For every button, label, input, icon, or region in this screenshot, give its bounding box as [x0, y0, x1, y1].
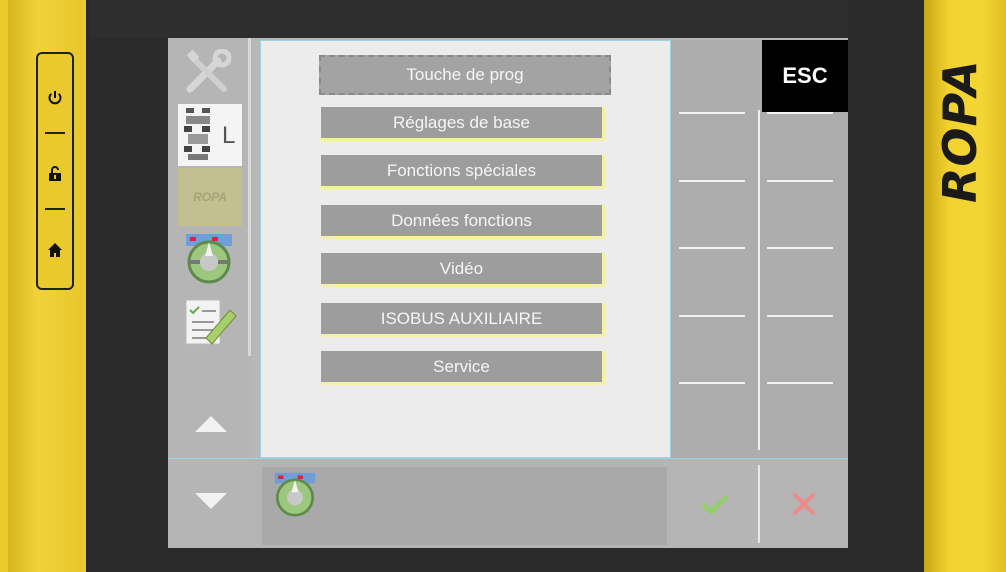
softkey-panel: ESC: [671, 40, 848, 458]
softkey-slot-3-right[interactable]: [767, 247, 833, 249]
display-bezel-left: [90, 0, 168, 572]
cancel-button[interactable]: [760, 459, 848, 548]
softkey-divider: [758, 110, 760, 450]
close-icon: [792, 492, 816, 516]
steering-wheel-icon: [274, 472, 316, 517]
softkey-slot-1-right[interactable]: [767, 112, 833, 114]
machine-layout-icon: [184, 108, 210, 160]
power-icon: [48, 91, 62, 105]
home-icon: [48, 243, 62, 257]
arrow-up-icon: [195, 416, 227, 432]
sidebar-item-machine-layout[interactable]: L: [178, 104, 242, 166]
confirm-button[interactable]: [671, 459, 759, 548]
check-icon: [701, 494, 729, 515]
home-button[interactable]: [38, 212, 72, 288]
display-bezel-top: [90, 0, 924, 38]
sidebar-item-ropa[interactable]: ROPA: [178, 168, 242, 226]
softkey-slot-3-left[interactable]: [679, 247, 745, 249]
softkey-slot-5-right[interactable]: [767, 382, 833, 384]
softkey-slot-1-left[interactable]: [679, 112, 745, 114]
softkey-slot-2-left[interactable]: [679, 180, 745, 182]
bottom-bar: [168, 458, 848, 548]
steering-wheel-icon: [186, 234, 232, 284]
tools-icon: [186, 49, 232, 93]
hardware-button-panel: [36, 52, 74, 290]
lock-button[interactable]: [38, 136, 72, 212]
checklist-edit-icon: [185, 299, 237, 345]
menu-panel: Touche de prog Réglages de base Fonction…: [260, 40, 671, 458]
sidebar-scrollbar[interactable]: [248, 38, 251, 356]
sidebar-item-tools[interactable]: [180, 44, 240, 100]
button-divider: [45, 132, 65, 134]
menu-item-video[interactable]: Vidéo: [321, 253, 605, 287]
menu-item-special-functions[interactable]: Fonctions spéciales: [321, 155, 605, 189]
softkey-slot-2-right[interactable]: [767, 180, 833, 182]
machine-layout-label: L: [222, 122, 236, 149]
menu-item-function-data[interactable]: Données fonctions: [321, 205, 605, 239]
display-bezel-bottom: [90, 548, 924, 572]
menu-item-isobus-aux[interactable]: ISOBUS AUXILIAIRE: [321, 303, 605, 337]
arrow-down-icon: [195, 493, 227, 509]
display-bezel-right: [848, 0, 926, 572]
unlock-icon: [49, 166, 61, 181]
ropa-brand-logo: ROPA: [933, 59, 987, 203]
menu-item-prog-key[interactable]: Touche de prog: [319, 55, 611, 95]
softkey-slot-4-right[interactable]: [767, 315, 833, 317]
softkey-slot-5-left[interactable]: [679, 382, 745, 384]
scroll-down-button[interactable]: [186, 481, 236, 521]
sidebar-item-checklist[interactable]: [182, 294, 240, 352]
scroll-up-button[interactable]: [186, 404, 236, 444]
sidebar-item-steering[interactable]: [182, 232, 240, 286]
ropa-logo-icon: ROPA: [193, 190, 227, 204]
softkey-slot-4-left[interactable]: [679, 315, 745, 317]
status-area: [262, 467, 667, 545]
terminal-screen: L ROPA Touche de prog Réglages de base F…: [168, 38, 848, 548]
menu-item-base-settings[interactable]: Réglages de base: [321, 107, 605, 141]
menu-item-service[interactable]: Service: [321, 351, 605, 385]
power-button[interactable]: [38, 60, 72, 136]
esc-button[interactable]: ESC: [762, 40, 848, 112]
